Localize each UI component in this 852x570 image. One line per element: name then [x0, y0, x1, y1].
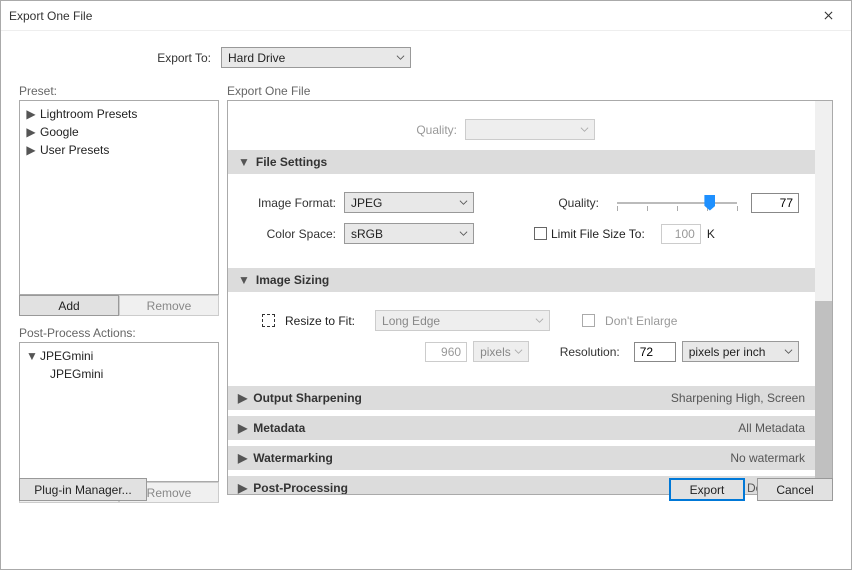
limit-file-size-checkbox[interactable]	[534, 227, 547, 240]
export-dialog: Export One File Export To: Hard Drive Pr…	[0, 0, 852, 570]
close-button[interactable]	[805, 1, 851, 31]
limit-file-size-unit: K	[707, 227, 715, 241]
triangle-right-icon: ▶	[238, 391, 247, 405]
preset-item[interactable]: ▶Google	[26, 123, 212, 141]
triangle-right-icon: ▶	[238, 451, 247, 465]
close-icon	[824, 11, 833, 20]
dont-enlarge-label: Don't Enlarge	[605, 314, 677, 328]
export-to-value: Hard Drive	[228, 51, 285, 65]
output-sharpening-summary: Sharpening High, Screen	[671, 391, 805, 405]
watermarking-header[interactable]: ▶Watermarking No watermark	[228, 446, 815, 470]
triangle-right-icon: ▶	[238, 421, 247, 435]
preset-list[interactable]: ▶Lightroom Presets ▶Google ▶User Presets	[19, 100, 219, 295]
chevron-down-icon	[580, 125, 589, 134]
quality-slider[interactable]	[617, 193, 737, 213]
size-unit-select: pixels	[473, 341, 529, 362]
triangle-right-icon: ▶	[26, 107, 36, 121]
window-title: Export One File	[9, 9, 92, 23]
resolution-unit-select[interactable]: pixels per inch	[682, 341, 799, 362]
file-settings-header[interactable]: ▼File Settings	[228, 150, 815, 174]
action-item[interactable]: JPEGmini	[26, 365, 212, 383]
chevron-down-icon	[459, 229, 468, 238]
triangle-right-icon: ▶	[26, 143, 36, 157]
size-value-input	[425, 342, 467, 362]
resize-to-fit-checkbox[interactable]	[262, 314, 275, 327]
output-sharpening-header[interactable]: ▶Output Sharpening Sharpening High, Scre…	[228, 386, 815, 410]
quality-label: Quality:	[558, 196, 607, 210]
export-button[interactable]: Export	[669, 478, 745, 501]
remove-preset-button[interactable]: Remove	[119, 295, 219, 316]
watermarking-summary: No watermark	[730, 451, 805, 465]
color-space-select[interactable]: sRGB	[344, 223, 474, 244]
scrollbar[interactable]	[815, 101, 832, 494]
chevron-down-icon	[784, 347, 793, 356]
prev-quality-label: Quality:	[365, 123, 465, 137]
file-settings-body: Image Format: JPEG Quality:	[228, 174, 815, 262]
triangle-down-icon: ▼	[238, 155, 250, 169]
metadata-header[interactable]: ▶Metadata All Metadata	[228, 416, 815, 440]
triangle-down-icon: ▼	[238, 273, 250, 287]
titlebar: Export One File	[1, 1, 851, 31]
triangle-right-icon: ▶	[26, 125, 36, 139]
scrollbar-thumb[interactable]	[815, 301, 832, 481]
post-process-list[interactable]: ▼JPEGmini JPEGmini	[19, 342, 219, 482]
cancel-button[interactable]: Cancel	[757, 478, 833, 501]
metadata-summary: All Metadata	[738, 421, 805, 435]
quality-input[interactable]	[751, 193, 799, 213]
resize-to-fit-label: Resize to Fit:	[285, 314, 355, 328]
resize-mode-select: Long Edge	[375, 310, 550, 331]
color-space-label: Color Space:	[244, 227, 344, 241]
prev-quality-select	[465, 119, 595, 140]
triangle-down-icon: ▼	[26, 349, 36, 363]
plugin-manager-button[interactable]: Plug-in Manager...	[19, 478, 147, 501]
preset-label: Preset:	[19, 84, 219, 98]
chevron-down-icon	[396, 53, 405, 62]
resolution-label: Resolution:	[560, 345, 628, 359]
preset-item[interactable]: ▶User Presets	[26, 141, 212, 159]
action-group[interactable]: ▼JPEGmini	[26, 347, 212, 365]
right-pane-label: Export One File	[227, 84, 833, 98]
resolution-input[interactable]	[634, 342, 676, 362]
limit-file-size-input	[661, 224, 701, 244]
image-sizing-body: Resize to Fit: Long Edge Don't Enlarge	[228, 292, 815, 380]
export-to-label: Export To:	[19, 51, 221, 65]
image-format-select[interactable]: JPEG	[344, 192, 474, 213]
post-process-label: Post-Process Actions:	[19, 326, 219, 340]
image-format-label: Image Format:	[244, 196, 344, 210]
chevron-down-icon	[514, 347, 523, 356]
preset-item[interactable]: ▶Lightroom Presets	[26, 105, 212, 123]
limit-file-size-label: Limit File Size To:	[551, 227, 645, 241]
export-to-select[interactable]: Hard Drive	[221, 47, 411, 68]
add-preset-button[interactable]: Add	[19, 295, 119, 316]
chevron-down-icon	[535, 316, 544, 325]
settings-scrollpane: Quality: ▼File Settings I	[227, 100, 833, 495]
dont-enlarge-checkbox	[582, 314, 595, 327]
image-sizing-header[interactable]: ▼Image Sizing	[228, 268, 815, 292]
chevron-down-icon	[459, 198, 468, 207]
